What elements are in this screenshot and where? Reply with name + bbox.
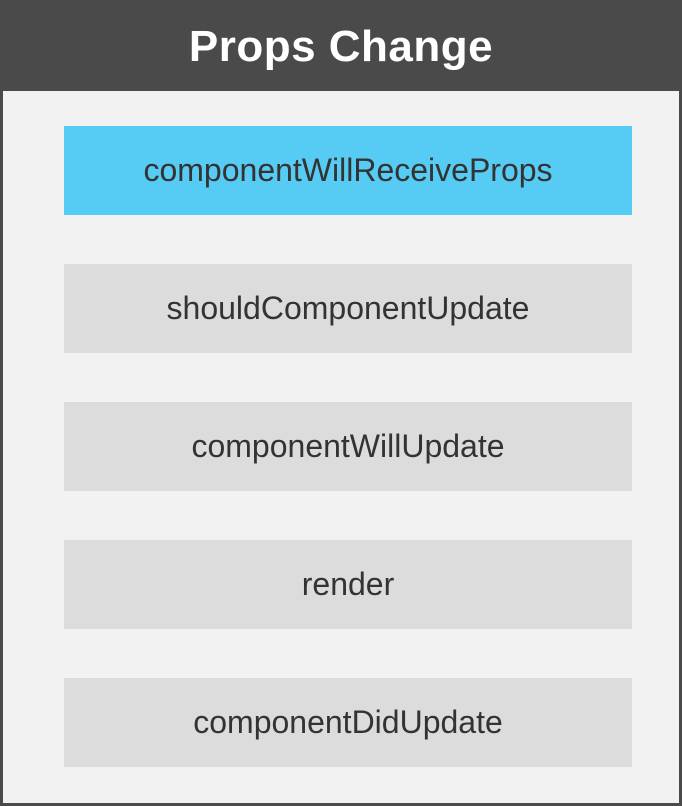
step-should-component-update: shouldComponentUpdate	[64, 264, 632, 353]
props-change-diagram: Props Change componentWillReceiveProps s…	[0, 0, 682, 806]
step-component-will-receive-props: componentWillReceiveProps	[64, 126, 632, 215]
step-component-did-update: componentDidUpdate	[64, 678, 632, 767]
diagram-title: Props Change	[188, 22, 494, 71]
step-render: render	[64, 540, 632, 629]
step-component-will-update: componentWillUpdate	[64, 402, 632, 491]
diagram-header: Props Change	[3, 3, 679, 91]
